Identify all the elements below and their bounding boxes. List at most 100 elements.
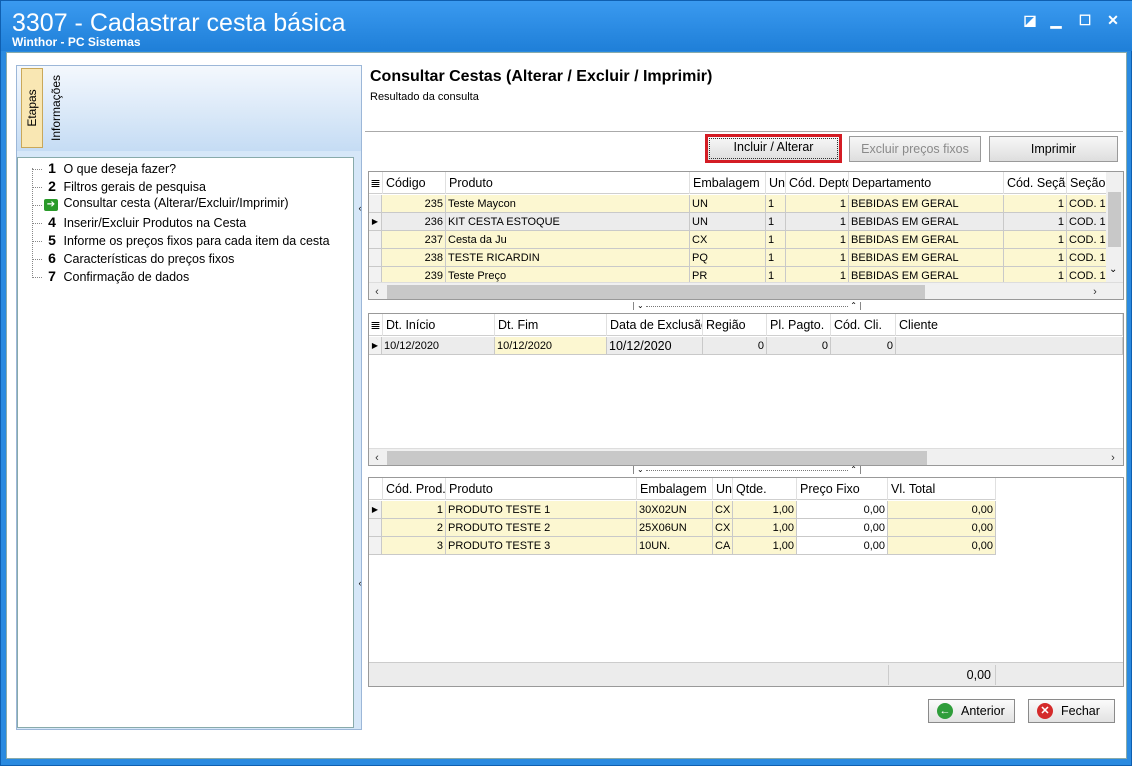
cell-codigo[interactable]: 236 [382,213,446,231]
column-chooser-icon[interactable]: ≣ [369,314,383,336]
cell-preco-fixo[interactable]: 0,00 [797,501,888,519]
cell-dt-inicio[interactable]: 10/12/2020 [382,337,495,355]
cell-secao[interactable]: COD. 1 [1067,213,1107,231]
table-row-selected[interactable]: ▶ 10/12/2020 10/12/2020 10/12/2020 0 0 0 [369,337,1123,355]
cell-regiao[interactable]: 0 [703,337,767,355]
column-header[interactable]: Preço Fixo [797,478,888,500]
scroll-thumb[interactable] [387,285,925,299]
chevron-left-icon[interactable]: ‹ [369,449,385,465]
step-item[interactable]: 6 Características do preços fixos [32,250,234,268]
cell-codigo[interactable]: 237 [382,231,446,249]
cell-produto[interactable]: PRODUTO TESTE 2 [446,519,637,537]
column-header[interactable]: Vl. Total [888,478,996,500]
cell-dt-fim[interactable]: 10/12/2020 [495,337,607,355]
cell-qtde[interactable]: 1,00 [733,537,797,555]
column-header[interactable]: Dt. Início [383,314,495,336]
column-header[interactable]: Região [703,314,767,336]
restore-down-icon[interactable]: ◪ [1021,11,1039,29]
column-header[interactable]: Embalagem [690,172,766,194]
horizontal-scrollbar[interactable]: ‹ › [369,448,1123,465]
table-row[interactable]: 237 Cesta da Ju CX 1 1 BEBIDAS EM GERAL … [369,231,1107,249]
cell-un[interactable]: 1 [766,249,786,267]
cell-un[interactable]: 1 [766,231,786,249]
cell-secao[interactable]: COD. 1 [1067,195,1107,213]
column-header[interactable]: Un [713,478,733,500]
column-header[interactable]: Pl. Pagto. [767,314,831,336]
cell-embalagem[interactable]: 10UN. [637,537,713,555]
cell-vl-total[interactable]: 0,00 [888,537,996,555]
cell-codigo[interactable]: 238 [382,249,446,267]
cell-cod-depto[interactable]: 1 [786,213,849,231]
print-button[interactable]: Imprimir [989,136,1118,162]
cell-produto[interactable]: KIT CESTA ESTOQUE [446,213,690,231]
column-header[interactable]: Seção [1067,172,1107,194]
grid-splitter[interactable]: ⌄ ⌃ [368,466,1124,476]
cell-vl-total[interactable]: 0,00 [888,519,996,537]
chevron-right-icon[interactable]: › [1105,449,1121,465]
column-header[interactable]: Un [766,172,786,194]
cell-produto[interactable]: PRODUTO TESTE 1 [446,501,637,519]
cell-qtde[interactable]: 1,00 [733,501,797,519]
cell-cod-prod[interactable]: 2 [382,519,446,537]
column-header[interactable]: Cód. Depto [786,172,849,194]
cell-embalagem[interactable]: 25X06UN [637,519,713,537]
cell-secao[interactable]: COD. 1 [1067,231,1107,249]
column-chooser-icon[interactable]: ≣ [369,172,383,194]
cell-embalagem[interactable]: UN [690,213,766,231]
step-item[interactable]: 7 Confirmação de dados [32,268,189,286]
chevron-right-icon[interactable]: › [1087,283,1103,299]
chevron-down-icon[interactable]: ⌄ [1109,264,1117,275]
cell-embalagem[interactable]: CX [690,231,766,249]
table-row[interactable]: 238 TESTE RICARDIN PQ 1 1 BEBIDAS EM GER… [369,249,1107,267]
chevron-left-icon[interactable]: ‹ [369,283,385,299]
cell-cod-secao[interactable]: 1 [1004,231,1067,249]
cell-cod-secao[interactable]: 1 [1004,249,1067,267]
cell-departamento[interactable]: BEBIDAS EM GERAL [849,231,1004,249]
cell-produto[interactable]: TESTE RICARDIN [446,249,690,267]
chevron-down-icon[interactable]: ⌄ [637,466,644,474]
column-header[interactable]: Dt. Fim [495,314,607,336]
table-row[interactable]: 235 Teste Maycon UN 1 1 BEBIDAS EM GERAL… [369,195,1107,213]
column-header[interactable]: Cód. Seção [1004,172,1067,194]
close-button[interactable]: ✕ Fechar [1028,699,1115,723]
column-header[interactable]: Cód. Prod. [383,478,446,500]
cell-embalagem[interactable]: 30X02UN [637,501,713,519]
tab-informacoes[interactable]: Informações [45,68,67,148]
cell-secao[interactable]: COD. 1 [1067,249,1107,267]
step-item[interactable]: 5 Informe os preços fixos para cada item… [32,232,330,250]
table-row[interactable]: 3 PRODUTO TESTE 3 10UN. CA 1,00 0,00 0,0… [369,537,996,555]
cell-embalagem[interactable]: UN [690,195,766,213]
cell-cod-prod[interactable]: 1 [382,501,446,519]
cell-produto[interactable]: Cesta da Ju [446,231,690,249]
table-row-selected[interactable]: ▶ 236 KIT CESTA ESTOQUE UN 1 1 BEBIDAS E… [369,213,1107,231]
column-header[interactable]: Código [383,172,446,194]
step-item-current[interactable]: ➔ Consultar cesta (Alterar/Excluir/Impri… [32,196,289,214]
close-icon[interactable]: ✕ [1104,11,1122,29]
cell-embalagem[interactable]: PQ [690,249,766,267]
column-header[interactable]: Cód. Cli. [831,314,896,336]
step-item[interactable]: 2 Filtros gerais de pesquisa [32,178,206,196]
chevron-left-icon[interactable]: ‹ [356,203,364,213]
cell-qtde[interactable]: 1,00 [733,519,797,537]
table-row[interactable]: 2 PRODUTO TESTE 2 25X06UN CX 1,00 0,00 0… [369,519,996,537]
cell-produto[interactable]: PRODUTO TESTE 3 [446,537,637,555]
scroll-thumb[interactable] [1108,192,1121,247]
column-header[interactable]: Data de Exclusão [607,314,703,336]
cell-preco-fixo[interactable]: 0,00 [797,519,888,537]
vertical-scrollbar[interactable]: ⌄ [1106,172,1123,282]
chevron-down-icon[interactable]: ⌄ [637,302,644,310]
cell-un[interactable]: 1 [766,213,786,231]
column-header[interactable]: Departamento [849,172,1004,194]
title-bar[interactable]: 3307 - Cadastrar cesta básica Winthor - … [1,1,1132,51]
cell-vl-total[interactable]: 0,00 [888,501,996,519]
column-header[interactable]: Cliente [896,314,1123,336]
column-header[interactable]: Produto [446,478,637,500]
include-alter-button[interactable]: Incluir / Alterar [705,134,842,163]
cell-departamento[interactable]: BEBIDAS EM GERAL [849,195,1004,213]
cell-un[interactable]: CA [713,537,733,555]
cell-cod-depto[interactable]: 1 [786,195,849,213]
chevron-left-icon[interactable]: ‹ [356,578,364,588]
column-header[interactable]: Embalagem [637,478,713,500]
exclude-fixed-prices-button[interactable]: Excluir preços fixos [849,136,981,162]
cell-un[interactable]: 1 [766,195,786,213]
